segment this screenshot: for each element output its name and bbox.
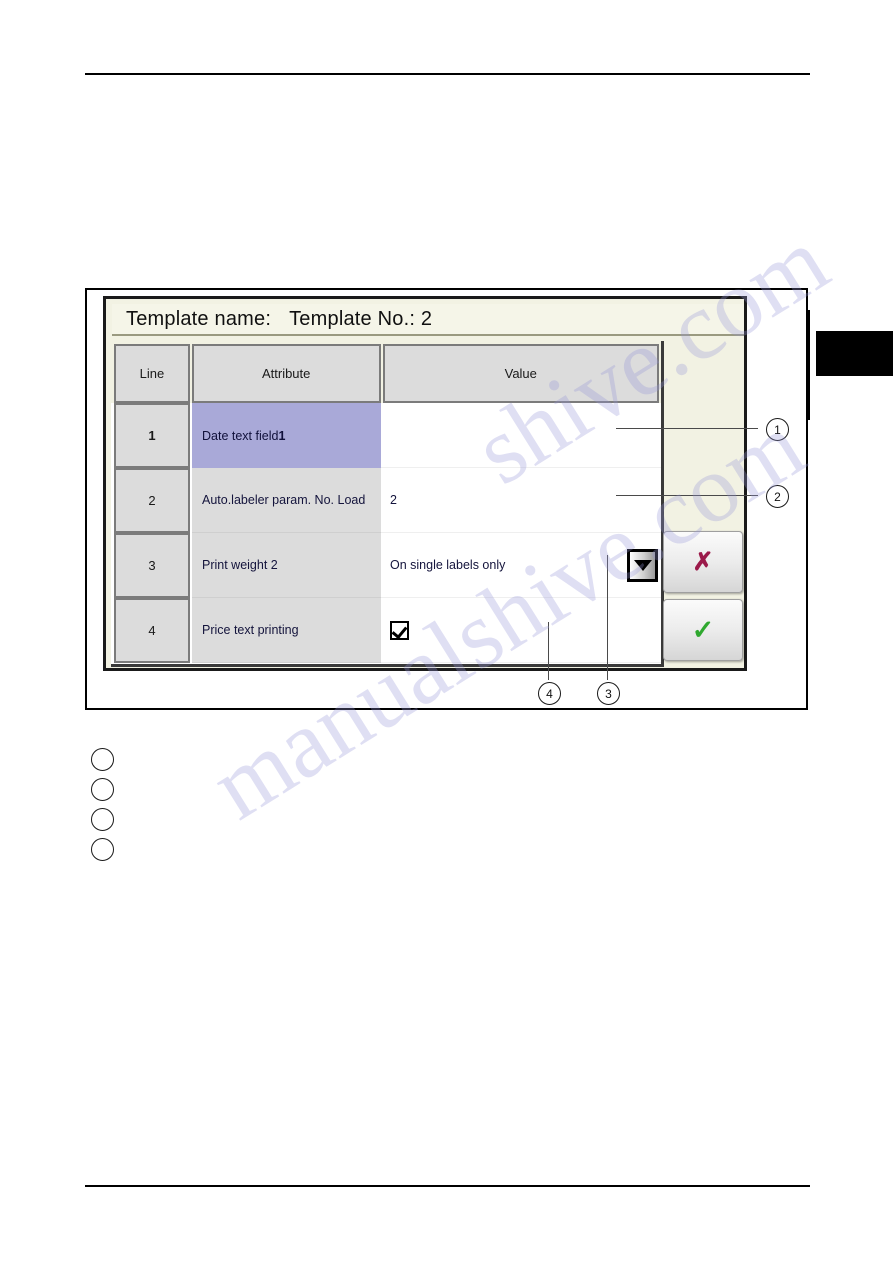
figure-legend — [91, 744, 130, 864]
cancel-button[interactable]: ✗ — [663, 531, 743, 593]
cell-value[interactable]: 2 — [381, 468, 661, 533]
cell-value[interactable] — [381, 403, 661, 468]
callout-leader-4 — [548, 622, 549, 680]
callout-leader-3 — [607, 555, 608, 680]
check-icon: ✓ — [691, 614, 715, 645]
table-header-row: Line Attribute Value — [111, 341, 661, 403]
table-row[interactable]: 4 Price text printing — [111, 598, 661, 663]
template-name-label: Template name: — [126, 307, 272, 330]
list-item — [91, 774, 130, 804]
legend-marker-2 — [91, 777, 114, 801]
cell-value[interactable] — [381, 598, 661, 663]
price-text-printing-checkbox[interactable] — [390, 620, 409, 640]
list-item — [91, 744, 130, 774]
cell-line-number: 2 — [114, 468, 190, 533]
legend-marker-3 — [91, 807, 114, 831]
table-row[interactable]: 3 Print weight 2 On single labels only — [111, 533, 661, 598]
panel-title-bar: Template name: Template No.: 2 — [112, 304, 744, 336]
attribute-table: Line Attribute Value 1 Date text field 1… — [111, 341, 664, 667]
cell-line-number: 1 — [114, 403, 190, 468]
cell-attribute-text: Print weight 2 — [202, 558, 278, 572]
callout-leader-2 — [616, 495, 758, 496]
cell-line-number: 4 — [114, 598, 190, 663]
callout-marker-3: 3 — [597, 682, 620, 705]
x-icon: ✗ — [692, 547, 714, 576]
footer-rule — [85, 1185, 810, 1187]
template-number-value: Template No.: 2 — [289, 307, 433, 330]
table-row[interactable]: 1 Date text field 1 — [111, 403, 661, 468]
cell-attribute[interactable]: Date text field 1 — [192, 403, 381, 468]
cell-attribute[interactable]: Print weight 2 — [192, 533, 381, 598]
cell-value[interactable]: On single labels only — [381, 533, 661, 598]
callout-leader-1 — [616, 428, 758, 429]
cell-attribute-text: Price text printing — [202, 623, 299, 637]
margin-vertical-line — [808, 310, 810, 420]
column-header-line: Line — [114, 344, 190, 403]
legend-marker-1 — [91, 747, 114, 771]
cell-attribute-text: Auto.labeler param. No. Load — [202, 493, 366, 507]
column-header-attribute: Attribute — [191, 344, 381, 403]
callout-marker-1: 1 — [766, 418, 789, 441]
device-screen-panel: Template name: Template No.: 2 Line Attr… — [103, 296, 747, 671]
chevron-down-icon — [633, 560, 652, 571]
header-rule — [85, 73, 810, 75]
cell-attribute-text: Date text field — [202, 428, 279, 443]
list-item — [91, 804, 130, 834]
value-dropdown-button[interactable] — [627, 549, 658, 582]
table-row[interactable]: 2 Auto.labeler param. No. Load 2 — [111, 468, 661, 533]
chapter-edge-tab — [816, 331, 893, 376]
column-header-value: Value — [382, 344, 659, 403]
cell-attribute-index: 1 — [278, 428, 286, 443]
callout-marker-4: 4 — [538, 682, 561, 705]
list-item — [91, 834, 130, 864]
cell-attribute[interactable]: Auto.labeler param. No. Load — [192, 468, 381, 533]
cell-line-number: 3 — [114, 533, 190, 598]
cell-attribute[interactable]: Price text printing — [192, 598, 381, 663]
legend-marker-4 — [91, 837, 114, 861]
callout-marker-2: 2 — [766, 485, 789, 508]
confirm-button[interactable]: ✓ — [663, 599, 743, 661]
